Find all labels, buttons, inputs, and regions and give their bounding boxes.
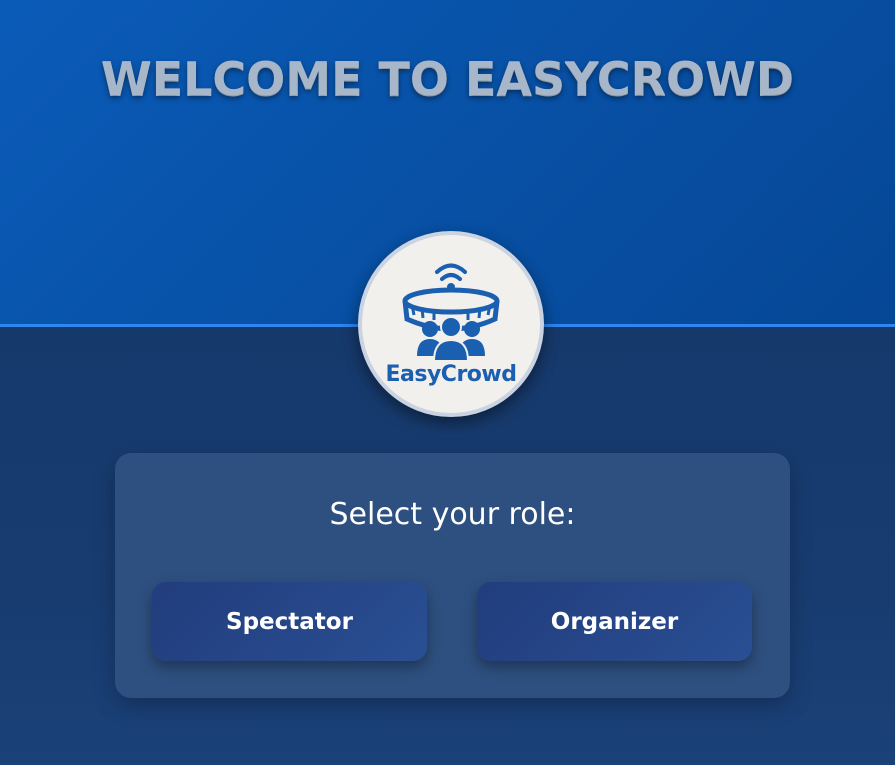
role-heading: Select your role: — [329, 497, 576, 532]
logo-text: EasyCrowd — [385, 362, 518, 387]
page: WELCOME TO EASYCROWD EasyCrowd Select yo… — [0, 0, 895, 765]
app-logo: EasyCrowd — [358, 231, 544, 417]
spectator-button[interactable]: Spectator — [152, 582, 427, 661]
welcome-title: WELCOME TO EASYCROWD — [100, 52, 795, 106]
organizer-button[interactable]: Organizer — [477, 582, 752, 661]
role-selection-card: Select your role: Spectator Organizer — [115, 453, 790, 698]
